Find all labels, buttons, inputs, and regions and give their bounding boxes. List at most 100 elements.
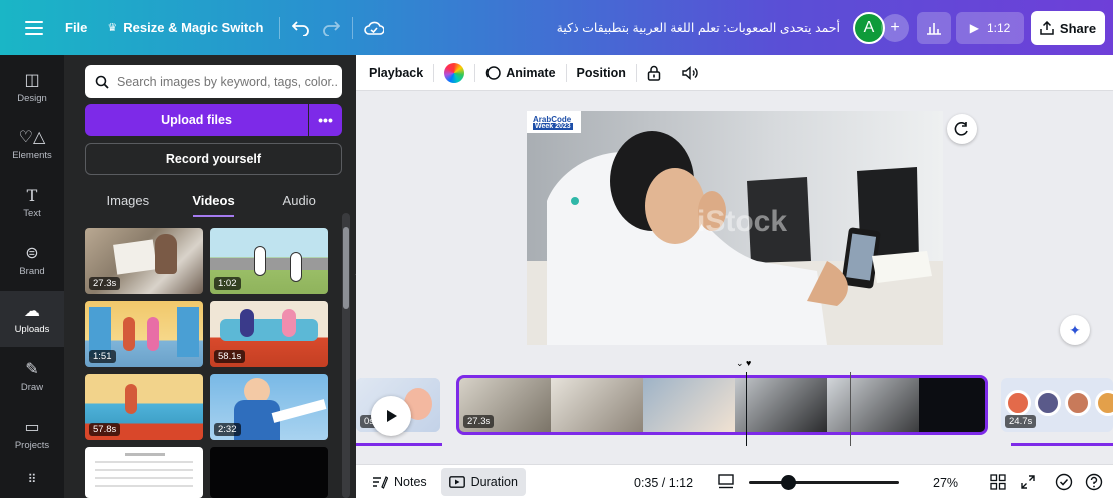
- cloud-saved-icon[interactable]: [359, 13, 389, 43]
- text-icon: T: [26, 185, 38, 205]
- timeline: ⌄ ♥ 0s 27.3s 24.7s: [356, 358, 1113, 458]
- insights-button[interactable]: [917, 12, 951, 44]
- resize-magic-switch-button[interactable]: ♛ Resize & Magic Switch: [97, 10, 273, 46]
- animate-icon: [486, 65, 501, 80]
- svg-text:iStock: iStock: [697, 205, 787, 238]
- volume-button[interactable]: [671, 55, 709, 91]
- regenerate-button[interactable]: [947, 114, 977, 144]
- search-box[interactable]: [85, 65, 342, 98]
- video-thumbnail[interactable]: 1:02: [210, 228, 328, 294]
- draw-icon: ✎: [25, 360, 39, 378]
- left-rail: ◫ Design ♡△ Elements T Text ⊜ Brand ☁ Up…: [0, 55, 64, 498]
- rail-item-apps[interactable]: ⠿: [0, 460, 64, 498]
- duration-icon: [448, 475, 465, 488]
- undo-icon[interactable]: [286, 13, 316, 43]
- sparkle-icon: ✦: [1069, 321, 1081, 338]
- divider: [352, 16, 354, 39]
- design-title[interactable]: أحمد يتحدى الصعوبات: تعلم اللغة العربية …: [520, 20, 840, 35]
- playback-button[interactable]: Playback: [356, 55, 433, 91]
- grid-view-icon[interactable]: [990, 474, 1006, 493]
- timeline-expand-icon[interactable]: ⌄ ♥: [736, 358, 751, 369]
- rail-item-label: Elements: [12, 149, 52, 161]
- present-time: 1:12: [986, 21, 1011, 35]
- notes-icon: [373, 475, 388, 489]
- rail-item-design[interactable]: ◫ Design: [0, 60, 64, 116]
- video-thumbnail[interactable]: 2:32: [210, 374, 328, 440]
- fullscreen-icon[interactable]: [1020, 474, 1036, 493]
- share-button[interactable]: Share: [1031, 11, 1105, 45]
- uploads-panel: Upload files ••• Record yourself Images …: [64, 55, 356, 498]
- rail-item-uploads[interactable]: ☁ Uploads: [0, 291, 64, 347]
- zoom-slider[interactable]: [749, 481, 899, 484]
- add-collaborator-button[interactable]: +: [881, 14, 909, 42]
- rail-item-projects[interactable]: ▭ Projects: [0, 407, 64, 463]
- video-thumbnail[interactable]: 27.3s: [85, 228, 203, 294]
- rail-item-draw[interactable]: ✎ Draw: [0, 349, 64, 405]
- tab-audio[interactable]: Audio: [256, 183, 342, 217]
- color-wheel-icon: [444, 62, 465, 83]
- panel-scrollbar-thumb[interactable]: [343, 227, 349, 309]
- zoom-slider-knob[interactable]: [781, 475, 796, 490]
- elements-icon: ♡△: [18, 128, 46, 146]
- share-label: Share: [1059, 20, 1097, 36]
- video-duration: 57.8s: [89, 423, 121, 436]
- magic-assistant-button[interactable]: ✦: [1060, 315, 1090, 345]
- rail-item-brand[interactable]: ⊜ Brand: [0, 233, 64, 289]
- video-duration: 2:32: [214, 423, 241, 436]
- uploads-icon: ☁: [24, 302, 40, 320]
- playhead[interactable]: [746, 372, 747, 446]
- video-canvas[interactable]: iStock ArabCode Week 2023: [527, 111, 943, 345]
- notes-button[interactable]: Notes: [364, 468, 435, 496]
- bottom-bar: Notes Duration 0:35 / 1:12 27%: [356, 464, 1113, 498]
- animate-button[interactable]: Animate: [475, 55, 565, 91]
- timeline-clip-next[interactable]: 24.7s: [1001, 378, 1113, 432]
- video-thumbnail[interactable]: 1:51: [85, 301, 203, 367]
- video-thumbnail[interactable]: [210, 447, 328, 498]
- present-button[interactable]: ▶ 1:12: [956, 12, 1024, 44]
- top-bar: File ♛ Resize & Magic Switch أحمد يتحدى …: [0, 0, 1113, 55]
- color-button[interactable]: [434, 55, 474, 91]
- crown-icon: ♛: [107, 22, 118, 34]
- video-thumbnail[interactable]: 58.1s: [210, 301, 328, 367]
- thumbnail-view-icon[interactable]: [718, 474, 734, 493]
- zoom-level[interactable]: 27%: [933, 476, 958, 490]
- check-icon[interactable]: [1055, 473, 1073, 494]
- playback-label: Playback: [369, 65, 424, 80]
- help-icon[interactable]: [1085, 473, 1103, 494]
- animate-label: Animate: [506, 65, 556, 80]
- redo-icon[interactable]: [316, 13, 346, 43]
- media-tabs: Images Videos Audio: [85, 183, 342, 217]
- rail-item-text[interactable]: T Text: [0, 175, 64, 231]
- brand-icon: ⊜: [25, 244, 39, 262]
- rail-item-elements[interactable]: ♡△ Elements: [0, 117, 64, 173]
- context-toolbar: Playback Animate Position: [356, 55, 1113, 91]
- play-icon: ▶: [969, 21, 979, 35]
- duration-button[interactable]: Duration: [440, 467, 526, 496]
- video-duration: 1:02: [214, 277, 241, 290]
- timeline-clip-current[interactable]: 27.3s: [456, 375, 988, 435]
- video-frame-image: iStock: [527, 111, 943, 345]
- video-duration: 27.3s: [89, 277, 121, 290]
- tab-images[interactable]: Images: [85, 183, 171, 217]
- video-grid: 27.3s 1:02 1:51 58.1s 57.8s 2:32: [85, 228, 329, 498]
- canvas-area: iStock ArabCode Week 2023 ✦: [356, 91, 1113, 376]
- position-button[interactable]: Position: [567, 55, 636, 91]
- rail-item-label: Projects: [14, 439, 50, 451]
- record-yourself-button[interactable]: Record yourself: [85, 143, 342, 175]
- timeline-play-button[interactable]: [371, 396, 411, 436]
- rail-item-label: Brand: [19, 265, 45, 277]
- upload-files-button[interactable]: Upload files: [85, 104, 308, 136]
- search-input[interactable]: [117, 74, 337, 89]
- watermark-logo: ArabCode Week 2023: [527, 111, 581, 133]
- search-icon: [95, 75, 109, 89]
- file-menu-label: File: [65, 20, 88, 35]
- tab-videos[interactable]: Videos: [171, 183, 257, 217]
- lock-button[interactable]: [637, 55, 671, 91]
- apps-grid-icon: ⠿: [27, 472, 37, 486]
- menu-icon[interactable]: [25, 20, 43, 35]
- playback-time: 0:35 / 1:12: [634, 476, 694, 490]
- video-thumbnail[interactable]: 57.8s: [85, 374, 203, 440]
- upload-more-button[interactable]: •••: [309, 104, 342, 136]
- file-menu-button[interactable]: File: [65, 10, 97, 46]
- document-thumbnail[interactable]: [85, 447, 203, 498]
